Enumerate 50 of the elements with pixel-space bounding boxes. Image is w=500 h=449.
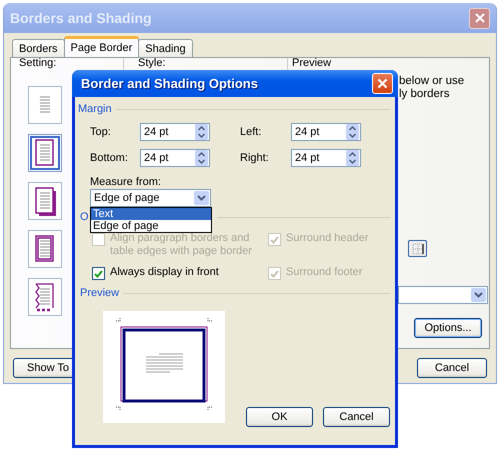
checkbox-label: Surround footer xyxy=(286,266,362,279)
apply-to-dropdown[interactable] xyxy=(398,286,488,304)
checkbox-label: Align paragraph borders and table edges with page border xyxy=(110,232,253,258)
checkbox-label: Surround header xyxy=(286,232,369,245)
tab[interactable]: Borders xyxy=(12,39,65,57)
dropdown-option[interactable]: Edge of page xyxy=(91,220,211,232)
measure-from-dropdown[interactable]: Edge of page xyxy=(90,189,211,207)
checkbox-label: Always display in front xyxy=(110,266,219,279)
spinner-field[interactable]: 24 pt xyxy=(291,149,361,167)
window-title: Border and Shading Options xyxy=(81,76,259,91)
spinner-field[interactable]: 24 pt xyxy=(140,149,210,167)
window-title: Borders and Shading xyxy=(10,10,153,26)
chevron-icon xyxy=(474,292,483,298)
ok-button[interactable]: OK xyxy=(246,407,313,427)
group-heading: Margin xyxy=(78,103,112,115)
spin-arrows-icon xyxy=(195,150,208,166)
spinner-field[interactable]: 24 pt xyxy=(140,123,210,141)
field-label: Top: xyxy=(90,126,112,138)
options-button[interactable]: Options... xyxy=(414,318,482,338)
spin-arrows-icon xyxy=(195,124,208,140)
setting-option[interactable] xyxy=(28,182,62,220)
style-label: Style: xyxy=(138,58,167,69)
dropdown-option[interactable]: Text xyxy=(91,208,211,220)
tab[interactable]: Page Border xyxy=(64,36,140,57)
close-icon xyxy=(474,13,484,23)
field-label: Measure from: xyxy=(90,176,162,188)
field-label: Left: xyxy=(239,126,262,138)
setting-label: Setting: xyxy=(19,58,58,69)
chevron-icon xyxy=(197,195,206,201)
border-toggle-button[interactable] xyxy=(408,240,427,257)
preview-label: Preview xyxy=(292,58,332,69)
setting-option[interactable] xyxy=(28,230,62,268)
field-label: Bottom: xyxy=(90,152,129,164)
instruction-text: ly borders xyxy=(399,88,450,101)
setting-option[interactable] xyxy=(28,134,62,172)
setting-option[interactable] xyxy=(28,278,62,316)
cancel-button[interactable]: Cancel xyxy=(323,407,390,427)
cancel-button[interactable]: Cancel xyxy=(417,358,487,378)
instruction-text: below or use xyxy=(399,75,464,88)
spin-arrows-icon xyxy=(346,124,359,140)
checkbox[interactable] xyxy=(92,267,105,280)
spinner-field[interactable]: 24 pt xyxy=(291,123,361,141)
tab[interactable]: Shading xyxy=(138,39,193,57)
spin-arrows-icon xyxy=(346,150,359,166)
close-button[interactable] xyxy=(469,8,490,28)
grid-icon xyxy=(412,242,424,254)
group-heading: Preview xyxy=(80,287,120,299)
group-heading: O xyxy=(80,211,89,223)
close-icon xyxy=(377,78,388,89)
field-label: Right: xyxy=(239,152,270,164)
